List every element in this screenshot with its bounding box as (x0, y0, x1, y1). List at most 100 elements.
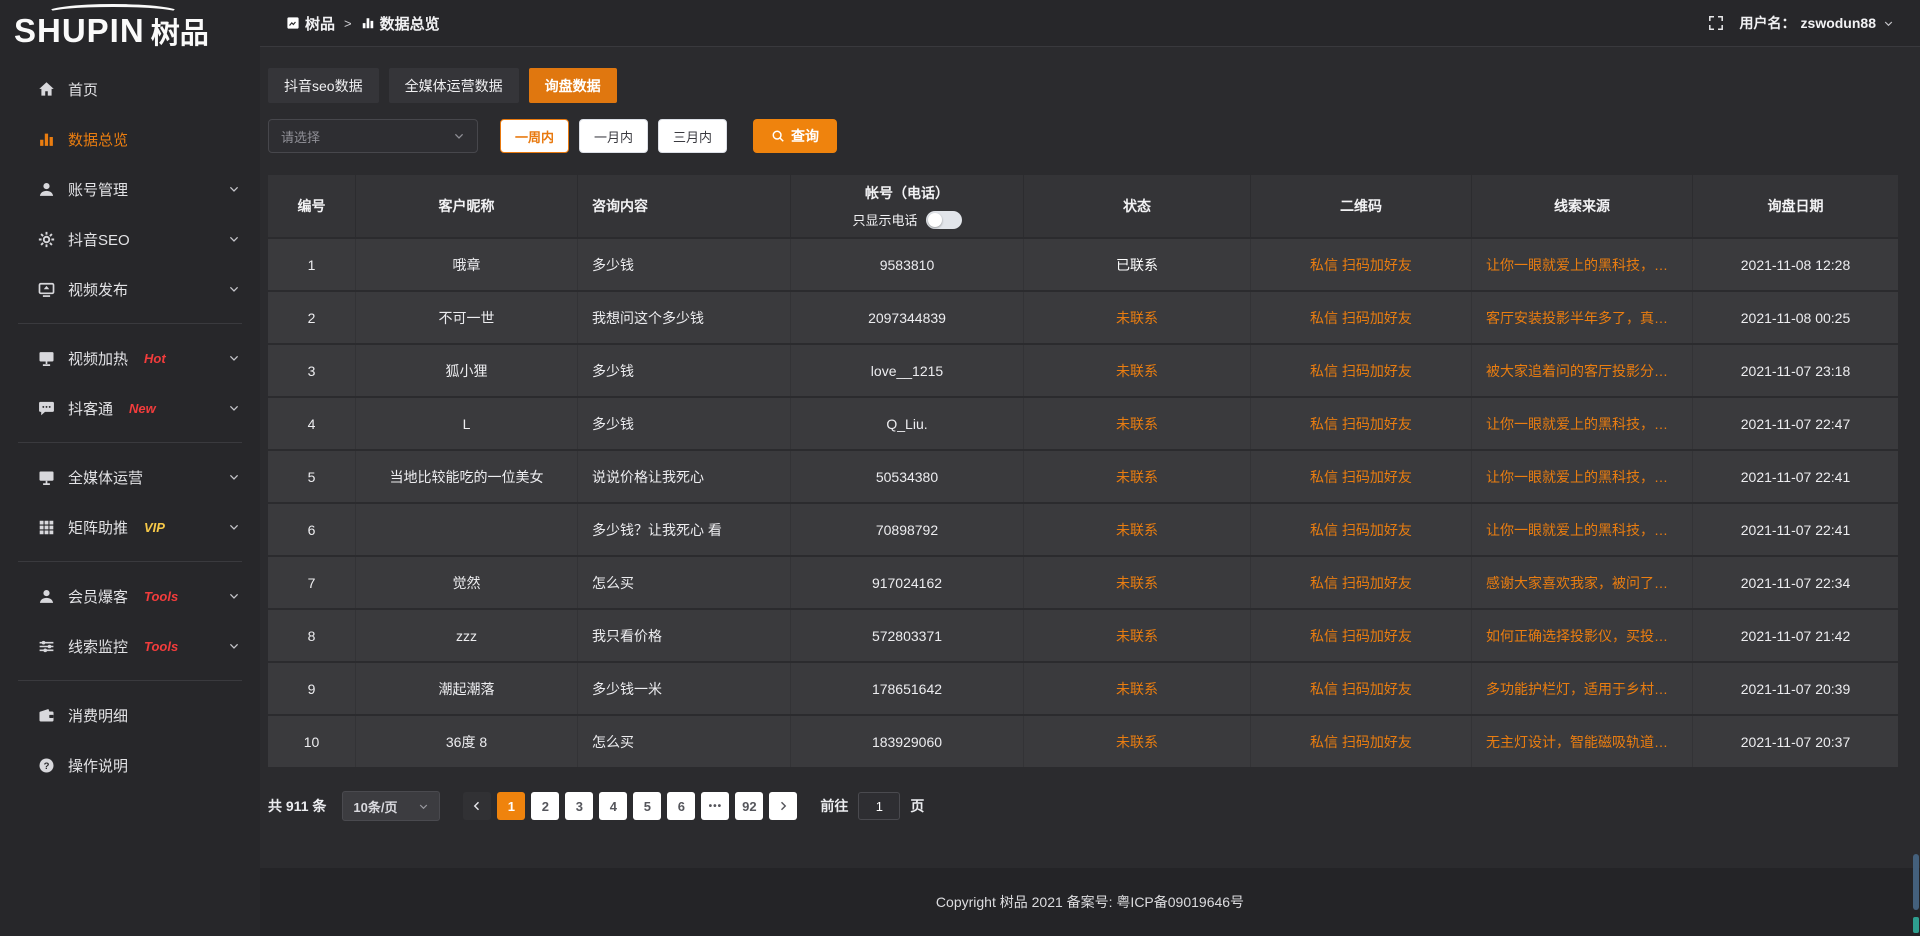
sidebar-item-video-publish[interactable]: 视频发布 (0, 264, 260, 314)
inquiry-date-cell: 2021-11-08 12:28 (1693, 239, 1898, 290)
time-filter-week[interactable]: 一周内 (500, 119, 569, 153)
qr-action-link[interactable]: 私信 扫码加好友 (1251, 557, 1472, 608)
phone-only-toggle[interactable] (926, 211, 962, 229)
sidebar-item-douketong[interactable]: 抖客通New (0, 383, 260, 433)
svg-text:?: ? (44, 760, 50, 771)
sidebar-item-label: 首页 (68, 79, 98, 100)
chevron-down-icon (453, 130, 465, 142)
lead-source-link[interactable]: 无主灯设计，智能磁吸轨道灯... (1472, 716, 1693, 767)
tab-douyin-seo-data[interactable]: 抖音seo数据 (268, 68, 379, 103)
page-ellipsis-button[interactable]: ••• (701, 792, 729, 820)
page-button-3[interactable]: 3 (565, 792, 593, 820)
account-cell: 50534380 (791, 451, 1024, 502)
sidebar-item-home[interactable]: 首页 (0, 64, 260, 114)
goto-page-input[interactable] (858, 792, 900, 820)
table-row: 9潮起潮落多少钱一米178651642未联系私信 扫码加好友多功能护栏灯，适用于… (268, 663, 1898, 714)
sidebar-divider (18, 442, 242, 443)
row-index-cell: 8 (268, 610, 356, 661)
qr-action-link[interactable]: 私信 扫码加好友 (1251, 239, 1472, 290)
prev-page-button[interactable] (463, 792, 491, 820)
tv-icon (38, 350, 55, 367)
lead-source-link[interactable]: 客厅安装投影半年多了，真实... (1472, 292, 1693, 343)
sidebar-item-consume-detail[interactable]: 消费明细 (0, 690, 260, 740)
col-header-date: 询盘日期 (1693, 175, 1898, 237)
lead-source-link[interactable]: 被大家追着问的客厅投影分享... (1472, 345, 1693, 396)
col-header-qr: 二维码 (1251, 175, 1472, 237)
search-button[interactable]: 查询 (753, 119, 837, 153)
row-index-cell: 4 (268, 398, 356, 449)
breadcrumb-item-root[interactable]: 树品 (286, 13, 335, 34)
scrollbar-thumb[interactable] (1913, 854, 1919, 910)
lead-source-link[interactable]: 感谢大家喜欢我家，被问了好... (1472, 557, 1693, 608)
qr-action-link[interactable]: 私信 扫码加好友 (1251, 663, 1472, 714)
sidebar-item-badge: Hot (144, 351, 166, 366)
sidebar-item-video-boost[interactable]: 视频加热Hot (0, 333, 260, 383)
page-button-2[interactable]: 2 (531, 792, 559, 820)
sidebar-item-operation-guide[interactable]: ?操作说明 (0, 740, 260, 790)
customer-nickname-cell: zzz (356, 610, 578, 661)
qr-action-link[interactable]: 私信 扫码加好友 (1251, 345, 1472, 396)
sidebar-item-label: 会员爆客 (68, 586, 128, 607)
row-index-cell: 1 (268, 239, 356, 290)
row-index-cell: 5 (268, 451, 356, 502)
chevron-down-icon (228, 640, 240, 652)
copyright-text: Copyright 树品 2021 备案号: 粤ICP备09019646号 (936, 892, 1244, 912)
lead-source-link[interactable]: 让你一眼就爱上的黑科技，能... (1472, 398, 1693, 449)
sidebar: SHUPIN 树品 首页数据总览账号管理抖音SEO视频发布视频加热Hot抖客通N… (0, 0, 260, 936)
chevron-left-icon (471, 800, 483, 812)
next-page-button[interactable] (769, 792, 797, 820)
sidebar-item-lead-monitor[interactable]: 线索监控Tools (0, 621, 260, 671)
chevron-down-icon (228, 471, 240, 483)
lead-source-link[interactable]: 多功能护栏灯，适用于乡村文... (1472, 663, 1693, 714)
sidebar-item-douyin-seo[interactable]: 抖音SEO (0, 214, 260, 264)
qr-action-link[interactable]: 私信 扫码加好友 (1251, 292, 1472, 343)
page-button-92[interactable]: 92 (735, 792, 763, 820)
table-row: 1哦章多少钱9583810已联系私信 扫码加好友让你一眼就爱上的黑科技，能...… (268, 239, 1898, 290)
scrollbar[interactable] (1912, 0, 1920, 936)
monitor-icon (38, 469, 55, 486)
lead-source-link[interactable]: 让你一眼就爱上的黑科技，能... (1472, 451, 1693, 502)
sidebar-item-data-overview[interactable]: 数据总览 (0, 114, 260, 164)
page-size-select[interactable]: 10条/页 (342, 791, 440, 821)
qr-action-link[interactable]: 私信 扫码加好友 (1251, 451, 1472, 502)
page-button-1[interactable]: 1 (497, 792, 525, 820)
qr-action-link[interactable]: 私信 扫码加好友 (1251, 398, 1472, 449)
user-menu[interactable]: 用户名： zswodun88 (1740, 13, 1894, 33)
page-button-6[interactable]: 6 (667, 792, 695, 820)
chevron-down-icon (228, 402, 240, 414)
breadcrumb: 树品 > 数据总览 (286, 13, 440, 34)
footer: Copyright 树品 2021 备案号: 粤ICP备09019646号 (260, 868, 1920, 936)
app-icon (286, 16, 300, 30)
tab-media-operation-data[interactable]: 全媒体运营数据 (389, 68, 519, 103)
inquiry-date-cell: 2021-11-07 22:34 (1693, 557, 1898, 608)
sidebar-item-account-manage[interactable]: 账号管理 (0, 164, 260, 214)
qr-action-link[interactable]: 私信 扫码加好友 (1251, 504, 1472, 555)
lead-source-link[interactable]: 让你一眼就爱上的黑科技，能... (1472, 504, 1693, 555)
table-row: 8zzz我只看价格572803371未联系私信 扫码加好友如何正确选择投影仪，买… (268, 610, 1898, 661)
sidebar-item-matrix-boost[interactable]: 矩阵助推VIP (0, 502, 260, 552)
qr-action-link[interactable]: 私信 扫码加好友 (1251, 716, 1472, 767)
table-row: 4L多少钱Q_Liu.未联系私信 扫码加好友让你一眼就爱上的黑科技，能...20… (268, 398, 1898, 449)
sidebar-item-member-burst[interactable]: 会员爆客Tools (0, 571, 260, 621)
goto-label: 前往 (820, 796, 848, 816)
search-button-label: 查询 (791, 126, 819, 146)
lead-source-link[interactable]: 如何正确选择投影仪，买投影... (1472, 610, 1693, 661)
inquiry-content-cell: 多少钱 (578, 345, 791, 396)
page-button-5[interactable]: 5 (633, 792, 661, 820)
time-filter-quarter[interactable]: 三月内 (658, 119, 727, 153)
time-filter-month[interactable]: 一月内 (579, 119, 648, 153)
col-header-source: 线索来源 (1472, 175, 1693, 237)
table-row: 1036度 8怎么买183929060未联系私信 扫码加好友无主灯设计，智能磁吸… (268, 716, 1898, 767)
chevron-right-icon (777, 800, 789, 812)
lead-source-link[interactable]: 让你一眼就爱上的黑科技，能... (1472, 239, 1693, 290)
filter-select[interactable]: 请选择 (268, 119, 478, 153)
chevron-down-icon (228, 283, 240, 295)
qr-action-link[interactable]: 私信 扫码加好友 (1251, 610, 1472, 661)
goto-suffix: 页 (910, 796, 924, 816)
page-button-4[interactable]: 4 (599, 792, 627, 820)
tab-inquiry-data[interactable]: 询盘数据 (529, 68, 617, 103)
fullscreen-icon[interactable] (1708, 15, 1724, 31)
table-row: 2不可一世我想问这个多少钱2097344839未联系私信 扫码加好友客厅安装投影… (268, 292, 1898, 343)
sidebar-item-media-operation[interactable]: 全媒体运营 (0, 452, 260, 502)
status-cell: 未联系 (1024, 610, 1251, 661)
